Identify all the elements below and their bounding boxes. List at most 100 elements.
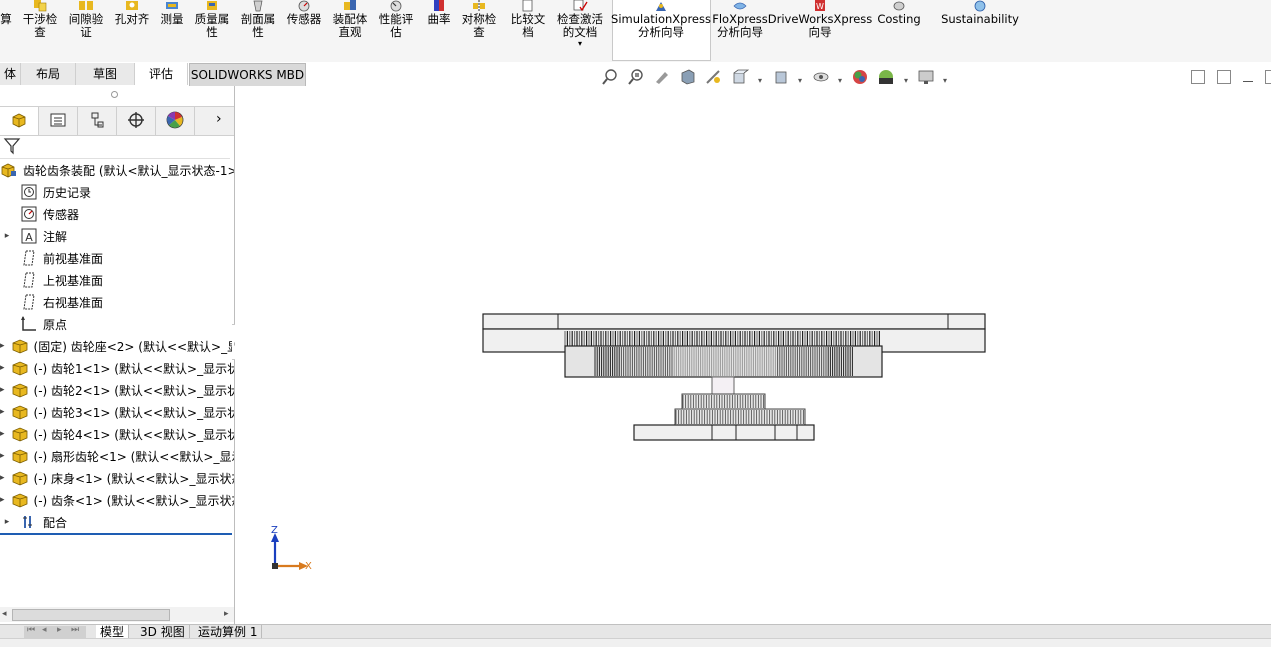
tree-item[interactable]: ▸ (-) 齿轮4<1> (默认<<默认>_显示状态 1>) (0, 423, 234, 445)
tab-motion-study[interactable]: 运动算例 1 (194, 625, 263, 639)
tab-model[interactable]: 模型 (96, 625, 130, 639)
tree-item[interactable]: ▸ (固定) 齿轮座<2> (默认<<默认>_显示状态 1>) (0, 335, 234, 357)
tree-filter[interactable] (0, 134, 230, 159)
simulationxpress-button[interactable]: SimulationXpress 分析向导 (611, 0, 711, 60)
origin-icon (20, 315, 38, 333)
scrollbar-thumb[interactable] (12, 609, 170, 621)
plane-icon (20, 293, 38, 311)
tree-item[interactable]: 右视基准面 (0, 291, 234, 313)
tree-item[interactable]: 原点 (0, 313, 234, 335)
curvature-button[interactable]: 曲率 (424, 0, 454, 60)
hide-show-icon[interactable] (812, 68, 830, 86)
scroll-left-icon[interactable]: ◂ (2, 609, 7, 619)
interference-check-button[interactable]: 干涉检 查 (20, 0, 60, 60)
tree-item[interactable]: ▸ (-) 床身<1> (默认<<默认>_显示状态 1>) (0, 467, 234, 489)
dropdown-arrow-icon[interactable]: ▾ (943, 76, 947, 85)
compare-documents-button[interactable]: 比较文 档 (508, 0, 548, 60)
tree-item[interactable]: 上视基准面 (0, 269, 234, 291)
dropdown-arrow-icon[interactable]: ▾ (578, 39, 582, 49)
tab-scroll-buttons[interactable]: ⏮ ◂ ▸ ⏭ (24, 625, 86, 638)
apply-scene-icon[interactable] (877, 68, 895, 86)
previous-view-icon[interactable] (653, 68, 671, 86)
tab-sketch[interactable]: 草图 (76, 63, 135, 85)
configurationmanager-tab[interactable] (78, 107, 117, 135)
display-style-icon[interactable] (773, 68, 791, 86)
tab-body[interactable]: 体 (0, 63, 21, 85)
minimize-icon[interactable] (1243, 81, 1253, 82)
symmetry-check-button[interactable]: 对称检 查 (459, 0, 499, 60)
tree-item[interactable]: ▸ (-) 齿轮1<1> (默认<<默认>_显示状态 1>) (0, 357, 234, 379)
edit-appearance-icon[interactable] (851, 68, 869, 86)
expand-arrow-icon[interactable]: ▸ (0, 429, 5, 439)
tile-left-icon[interactable] (1191, 70, 1205, 84)
driveworksxpress-button[interactable]: W DriveWorksXpress 向导 (768, 0, 872, 60)
sustainability-button[interactable]: Sustainability (940, 0, 1020, 60)
last-tab-icon[interactable]: ⏭ (71, 625, 79, 635)
tree-item-label: (固定) 齿轮座<2> (默认<<默认>_显示状态 1>) (33, 339, 234, 354)
expand-arrow-icon[interactable]: ▸ (0, 517, 14, 527)
tree-item[interactable]: 前视基准面 (0, 247, 234, 269)
mass-properties-button[interactable]: 质量属 性 (192, 0, 232, 60)
dynamic-annotation-icon[interactable] (705, 68, 723, 86)
first-tab-icon[interactable]: ⏮ (27, 625, 35, 635)
expand-arrow-icon[interactable]: ▸ (0, 495, 5, 505)
panel-grip-icon[interactable] (111, 91, 118, 98)
chevron-right-icon[interactable]: › (216, 111, 222, 127)
check-active-document-button[interactable]: 检查激活 的文档 ▾ (554, 0, 606, 60)
displaymanager-tab[interactable] (156, 107, 195, 135)
tree-item[interactable]: ▸ 配合 (0, 511, 234, 533)
dropdown-arrow-icon[interactable]: ▾ (904, 76, 908, 85)
zoom-to-area-icon[interactable] (627, 68, 645, 86)
expand-arrow-icon[interactable]: ▸ (0, 451, 5, 461)
tab-solidworks-mbd[interactable]: SOLIDWORKS MBD (189, 63, 306, 87)
dropdown-arrow-icon[interactable]: ▾ (798, 76, 802, 85)
maximize-icon[interactable] (1265, 70, 1271, 84)
zoom-to-fit-icon[interactable] (601, 68, 619, 86)
tree-item[interactable]: ▸ (-) 扇形齿轮<1> (默认<<默认>_显示状态 1>) (0, 445, 234, 467)
dropdown-arrow-icon[interactable]: ▾ (838, 76, 842, 85)
expand-arrow-icon[interactable]: ▸ (0, 341, 5, 351)
scroll-right-icon[interactable]: ▸ (224, 609, 229, 619)
expand-arrow-icon[interactable]: ▸ (0, 407, 5, 417)
floxpress-button[interactable]: FloXpress 分析向导 (712, 0, 768, 60)
view-settings-icon[interactable] (917, 68, 935, 86)
expand-arrow-icon[interactable]: ▸ (0, 473, 5, 483)
dimxpertmanager-tab[interactable] (117, 107, 156, 135)
hole-alignment-button[interactable]: 孔对齐 (112, 0, 152, 60)
tree-item[interactable]: ▸ (-) 齿条<1> (默认<<默认>_显示状态 1>) (0, 489, 234, 511)
tree-item[interactable]: ▸ (-) 齿轮2<1> (默认<<默认>_显示状态 1>) (0, 379, 234, 401)
expand-arrow-icon[interactable]: ▸ (0, 363, 5, 373)
expand-arrow-icon[interactable]: ▸ (0, 385, 5, 395)
sensor-button[interactable]: 传感器 (284, 0, 324, 60)
featuremanager-tab[interactable] (0, 107, 39, 135)
horizontal-scrollbar[interactable]: ◂ ▸ (0, 607, 234, 622)
expand-arrow-icon[interactable]: ▸ (0, 231, 14, 241)
tile-right-icon[interactable] (1217, 70, 1231, 84)
prev-tab-icon[interactable]: ◂ (42, 625, 47, 635)
tab-evaluate[interactable]: 评估 (135, 63, 188, 85)
clearance-verification-button[interactable]: 间隙验 证 (66, 0, 106, 60)
view-orientation-icon[interactable] (731, 68, 750, 86)
tree-item[interactable]: ▸ (-) 齿轮3<1> (默认<<默认>_显示状态 1>) (0, 401, 234, 423)
graphics-area[interactable]: Z X (235, 86, 1271, 624)
measure-button[interactable]: 测量 (156, 0, 188, 60)
propertymanager-tab[interactable] (39, 107, 78, 135)
section-properties-button[interactable]: 剖面属 性 (238, 0, 278, 60)
tree-item-label: 原点 (43, 317, 68, 332)
section-view-icon[interactable] (679, 68, 697, 86)
filter-icon[interactable] (3, 137, 21, 158)
calculate-button[interactable]: 算 (0, 0, 12, 60)
assembly-model-view[interactable]: Z X (235, 86, 1271, 624)
tab-3d-view[interactable]: 3D 视图 (136, 625, 190, 639)
part-icon (11, 447, 29, 465)
tree-item[interactable]: 历史记录 (0, 181, 234, 203)
tab-layout[interactable]: 布局 (21, 63, 76, 85)
performance-evaluation-button[interactable]: 性能评 估 (376, 0, 416, 60)
dropdown-arrow-icon[interactable]: ▾ (758, 76, 762, 85)
assemblyxpert-button[interactable]: 装配体 直观 (330, 0, 370, 60)
next-tab-icon[interactable]: ▸ (57, 625, 62, 635)
tree-item[interactable]: ▸ A 注解 (0, 225, 234, 247)
tree-item[interactable]: 传感器 (0, 203, 234, 225)
costing-button[interactable]: Costing (874, 0, 924, 60)
tree-root-assembly[interactable]: 齿轮齿条装配 (默认<默认_显示状态-1> (0, 159, 234, 181)
